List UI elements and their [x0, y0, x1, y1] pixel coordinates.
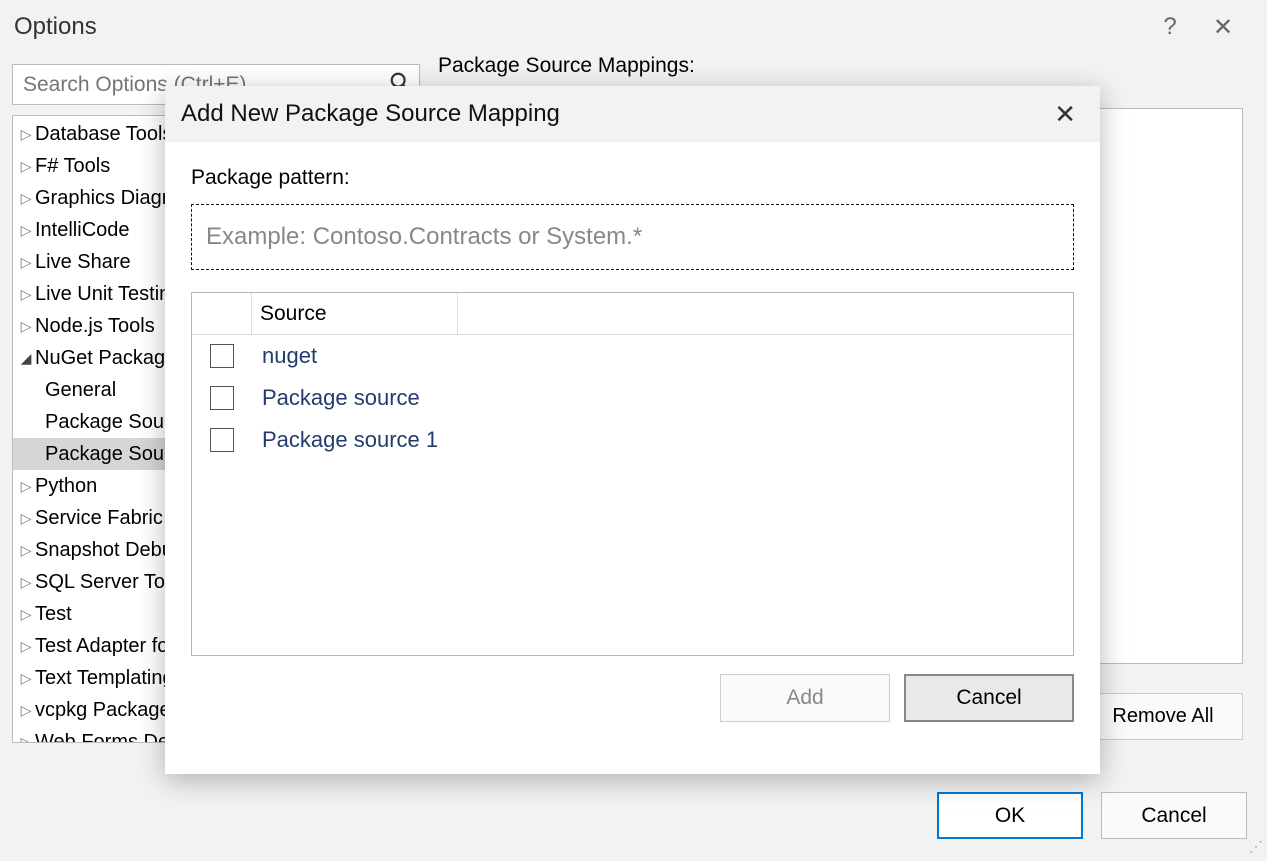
source-checkbox[interactable]	[210, 428, 234, 452]
chevron-right-icon[interactable]: ▷	[17, 286, 35, 303]
add-mapping-dialog: Add New Package Source Mapping ✕ Package…	[165, 86, 1100, 774]
close-icon[interactable]: ✕	[1193, 13, 1253, 42]
source-checkbox[interactable]	[210, 344, 234, 368]
tree-item-label: F# Tools	[35, 155, 110, 178]
help-icon[interactable]: ?	[1147, 13, 1193, 41]
source-name: nuget	[262, 343, 317, 369]
tree-item-label: Live Unit Testing	[35, 283, 181, 306]
chevron-right-icon[interactable]: ▷	[17, 734, 35, 744]
chevron-right-icon[interactable]: ▷	[17, 190, 35, 207]
chevron-right-icon[interactable]: ▷	[17, 126, 35, 143]
dialog-title: Add New Package Source Mapping	[181, 100, 1046, 128]
source-column-header[interactable]: Source	[252, 293, 458, 334]
chevron-down-icon[interactable]: ◢	[17, 350, 35, 367]
chevron-right-icon[interactable]: ▷	[17, 478, 35, 495]
cancel-button[interactable]: Cancel	[1101, 792, 1247, 839]
tree-item-label: Text Templating	[35, 667, 174, 690]
chevron-right-icon[interactable]: ▷	[17, 542, 35, 559]
source-list: Source nuget Package source Package source…	[191, 292, 1074, 656]
tree-item-label: Test	[35, 603, 72, 626]
tree-item-label: IntelliCode	[35, 219, 130, 242]
chevron-right-icon[interactable]: ▷	[17, 670, 35, 687]
chevron-right-icon[interactable]: ▷	[17, 510, 35, 527]
tree-item-label: General	[45, 379, 116, 402]
chevron-right-icon[interactable]: ▷	[17, 254, 35, 271]
ok-button[interactable]: OK	[937, 792, 1083, 839]
add-button[interactable]: Add	[720, 674, 890, 722]
chevron-right-icon[interactable]: ▷	[17, 702, 35, 719]
source-checkbox[interactable]	[210, 386, 234, 410]
source-name: Package source	[262, 385, 420, 411]
chevron-right-icon[interactable]: ▷	[17, 222, 35, 239]
source-list-header: Source	[192, 293, 1073, 335]
remove-all-button[interactable]: Remove All	[1083, 693, 1243, 740]
options-title: Options	[14, 13, 1147, 41]
package-pattern-input[interactable]	[191, 204, 1074, 270]
chevron-right-icon[interactable]: ▷	[17, 574, 35, 591]
cancel-button[interactable]: Cancel	[904, 674, 1074, 722]
source-name: Package source 1	[262, 427, 438, 453]
options-titlebar: Options ? ✕	[0, 0, 1267, 54]
tree-item-label: Database Tools	[35, 123, 173, 146]
chevron-right-icon[interactable]: ▷	[17, 638, 35, 655]
source-row[interactable]: Package source 1	[192, 419, 1073, 461]
tree-item-label: Node.js Tools	[35, 315, 155, 338]
source-row[interactable]: Package source	[192, 377, 1073, 419]
tree-item-label: Python	[35, 475, 97, 498]
tree-item-label: Live Share	[35, 251, 131, 274]
source-row[interactable]: nuget	[192, 335, 1073, 377]
close-icon[interactable]: ✕	[1046, 95, 1084, 134]
pattern-label: Package pattern:	[191, 166, 1074, 190]
chevron-right-icon[interactable]: ▷	[17, 318, 35, 335]
resize-grip-icon[interactable]: ⋰	[1249, 843, 1263, 857]
chevron-right-icon[interactable]: ▷	[17, 158, 35, 175]
chevron-right-icon[interactable]: ▷	[17, 606, 35, 623]
mappings-header: Package Source Mappings:	[438, 54, 695, 78]
dialog-titlebar: Add New Package Source Mapping ✕	[165, 86, 1100, 142]
